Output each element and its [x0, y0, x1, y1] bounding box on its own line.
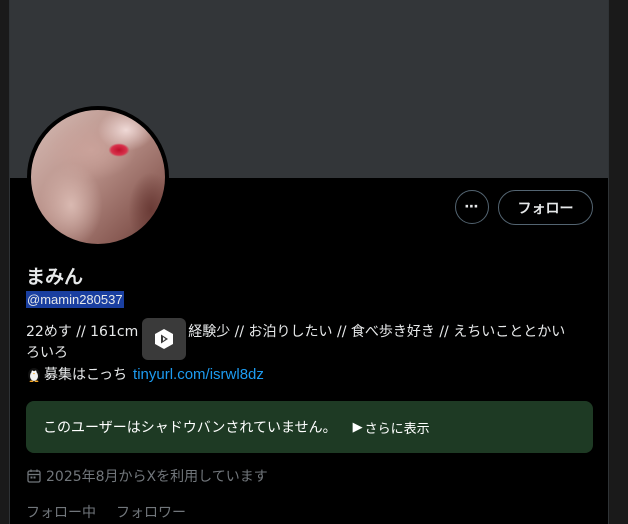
follow-button[interactable]: フォロー [498, 190, 593, 225]
shadowban-notice-text: このユーザーはシャドウバンされていません。 [43, 420, 337, 436]
calendar-icon [27, 469, 41, 483]
extension-logo-icon [155, 329, 173, 349]
more-icon: ⋯ [464, 199, 480, 215]
follow-stats: フォロー中 フォロワー [26, 502, 206, 522]
profile-column: ⋯ フォロー まみん @mamin280537 22めす // 161cm 経験… [9, 0, 609, 524]
joined-text: 2025年8月からXを利用しています [46, 469, 268, 485]
profile-avatar[interactable] [27, 106, 169, 248]
bio-line-1: 22めす // 161cm 経験少 // お泊りしたい // 食べ歩き好き //… [26, 322, 601, 343]
user-handle: @mamin280537 [26, 291, 124, 308]
more-options-button[interactable]: ⋯ [455, 190, 489, 224]
show-more-label: さらに表示 [364, 421, 430, 437]
display-name: まみん [26, 266, 84, 288]
translate-extension-icon[interactable] [142, 318, 186, 360]
following-link[interactable]: フォロー中 [26, 502, 96, 522]
shadowban-notice: このユーザーはシャドウバンされていません。 ▶ さらに表示 [26, 401, 593, 453]
bio-text-a: 22めす // 161cm [26, 324, 139, 340]
penguin-icon [28, 368, 40, 382]
play-triangle-icon: ▶ [352, 419, 363, 435]
show-more-button[interactable]: ▶ さらに表示 [353, 418, 430, 437]
bio-text-b: 経験少 // お泊りしたい // 食べ歩き好き // えちいこととかい [188, 324, 566, 340]
bio-line-2: ろいろ [26, 345, 68, 361]
bio-recruit-text: 募集はこっち [44, 367, 128, 383]
followers-link[interactable]: フォロワー [116, 502, 186, 522]
bio-link[interactable]: tinyurl.com/isrwl8dz [133, 366, 264, 383]
joined-date: 2025年8月からXを利用しています [26, 466, 268, 486]
profile-bio: 22めす // 161cm 経験少 // お泊りしたい // 食べ歩き好き //… [26, 322, 601, 386]
bio-line-3: 募集はこっち tinyurl.com/isrwl8dz [26, 364, 601, 386]
